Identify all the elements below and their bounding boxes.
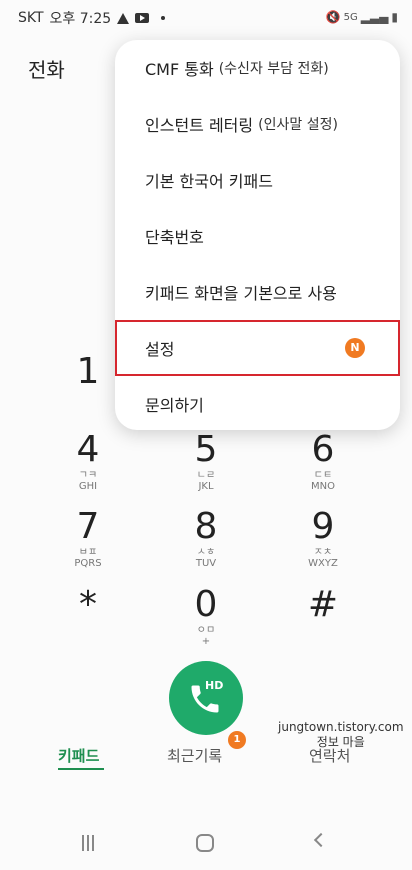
watermark-url: jungtown.tistory.com: [278, 720, 404, 734]
menu-item-label: 단축번호: [145, 228, 204, 247]
home-icon[interactable]: [196, 834, 214, 852]
dial-key-letters: TUV: [195, 558, 217, 569]
menu-item-label: 설정: [145, 340, 175, 359]
dial-key-korean: ㄱㅋ: [78, 470, 98, 481]
dial-key-hash[interactable]: #: [283, 585, 363, 625]
dial-key-number: 5: [194, 429, 218, 470]
recent-apps-icon[interactable]: [82, 835, 98, 851]
dial-key-number: 9: [311, 506, 335, 547]
menu-item-label: 기본 한국어 키패드: [145, 172, 273, 191]
more-notifications-icon: [161, 16, 166, 20]
tab-keypad[interactable]: 키패드: [58, 745, 99, 766]
dial-key-korean: ㄷㅌ: [313, 470, 333, 481]
menu-item-label: 키패드 화면을 기본으로 사용: [145, 284, 337, 303]
dial-key-number: 0: [194, 584, 218, 625]
dial-key-number: 6: [311, 429, 335, 470]
mute-icon: 🔇: [325, 10, 341, 24]
menu-item-keypad-default[interactable]: 키패드 화면을 기본으로 사용: [115, 264, 400, 320]
menu-item-label: 문의하기: [145, 396, 204, 415]
menu-item-speed-dial[interactable]: 단축번호: [115, 208, 400, 264]
dial-key-9[interactable]: 9 ㅈㅊ WXYZ: [283, 506, 363, 570]
recents-count-badge: 1: [228, 731, 246, 749]
youtube-icon: [135, 13, 150, 23]
dial-key-number: #: [307, 584, 339, 625]
dial-key-korean: ㅅㅎ: [196, 547, 216, 558]
dial-key-letters: WXYZ: [308, 558, 338, 569]
warning-icon: [117, 12, 130, 24]
menu-item-settings[interactable]: 설정 N: [115, 320, 400, 376]
dial-key-5[interactable]: 5 ㄴㄹ JKL: [166, 429, 246, 493]
dial-key-6[interactable]: 6 ㄷㅌ MNO: [283, 429, 363, 493]
menu-item-label: 인스턴트 레터링: [145, 116, 254, 135]
back-icon[interactable]: [313, 832, 329, 848]
clock: 오후 7:25: [49, 11, 112, 27]
battery-icon: ▮: [391, 10, 398, 24]
new-badge: N: [345, 338, 365, 358]
tab-recents[interactable]: 최근기록: [167, 745, 222, 766]
carrier-label: SKT: [18, 10, 44, 26]
menu-item-sublabel: (수신자 부담 전화): [218, 61, 329, 77]
dial-key-korean: ㅈㅊ: [313, 547, 333, 558]
dial-key-4[interactable]: 4 ㄱㅋ GHI: [48, 429, 128, 493]
dial-key-letters: MNO: [311, 481, 335, 492]
dial-key-star[interactable]: *: [48, 585, 128, 625]
network-label: 5G: [343, 11, 358, 23]
dial-key-korean: ㅇㅁ: [196, 625, 216, 636]
menu-item-sublabel: (인사말 설정): [258, 117, 338, 133]
dial-key-letters: +: [201, 636, 211, 647]
dial-key-number: 8: [194, 506, 218, 547]
system-nav-bar: [0, 822, 412, 870]
dial-key-7[interactable]: 7 ㅂㅍ PQRS: [48, 506, 128, 570]
dial-key-number: 7: [76, 506, 100, 547]
menu-item-label: CMF 통화: [145, 60, 214, 79]
menu-item-korean-keypad[interactable]: 기본 한국어 키패드: [115, 152, 400, 208]
dial-key-letters: GHI: [78, 481, 98, 492]
dial-key-0[interactable]: 0 ㅇㅁ +: [166, 584, 246, 648]
dial-key-number: *: [79, 584, 97, 625]
call-button[interactable]: HD: [169, 661, 243, 735]
menu-item-contact-us[interactable]: 문의하기: [115, 376, 400, 432]
dial-key-letters: PQRS: [74, 558, 102, 569]
dial-key-number: 4: [76, 429, 100, 470]
signal-icon: ▂▃▄: [360, 10, 389, 24]
dial-key-letters: JKL: [198, 481, 214, 492]
dial-key-korean: ㅂㅍ: [78, 547, 98, 558]
status-bar: SKT 오후 7:25 🔇 5G ▂▃▄ ▮: [0, 0, 412, 36]
menu-item-cmf-call[interactable]: CMF 통화 (수신자 부담 전화): [115, 40, 400, 96]
dial-key-8[interactable]: 8 ㅅㅎ TUV: [166, 506, 246, 570]
tab-contacts[interactable]: 연락처: [309, 745, 350, 766]
page-title: 전화: [28, 58, 65, 82]
phone-icon: [191, 685, 219, 713]
menu-item-instant-lettering[interactable]: 인스턴트 레터링 (인사말 설정): [115, 96, 400, 152]
tab-active-indicator: [58, 768, 104, 770]
overflow-menu: CMF 통화 (수신자 부담 전화) 인스턴트 레터링 (인사말 설정) 기본 …: [115, 40, 400, 430]
dial-key-korean: ㄴㄹ: [196, 470, 216, 481]
